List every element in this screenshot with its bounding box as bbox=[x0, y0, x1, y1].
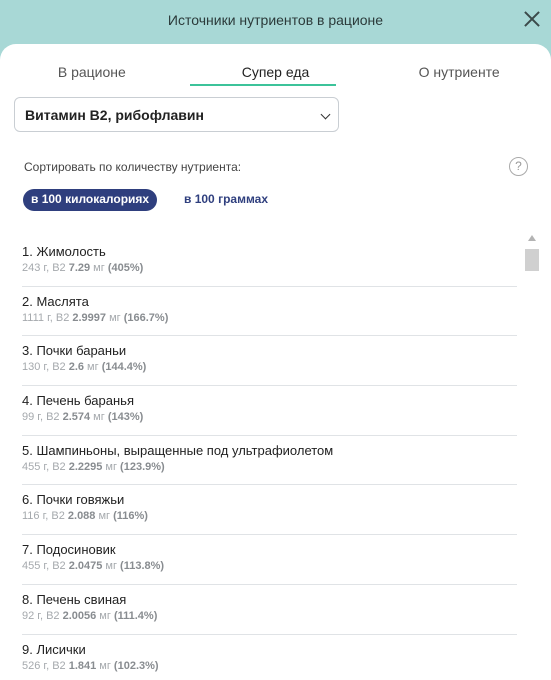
help-icon[interactable]: ? bbox=[509, 157, 528, 176]
unit-text: мг bbox=[96, 609, 114, 622]
list-item[interactable]: 7. Подосиновик 455 г, B2 2.0475 мг (113.8… bbox=[22, 535, 517, 585]
dialog-title: Источники нутриентов в рационе bbox=[167, 12, 384, 28]
nutrient-amount: 2.0056 bbox=[62, 609, 97, 622]
daily-percent: (144.4%) bbox=[101, 361, 147, 374]
list-item[interactable]: 4. Печень баранья 99 г, B2 2.574 мг (143%… bbox=[22, 386, 517, 436]
unit-text: мг bbox=[90, 411, 108, 424]
nutrient-select-value: Витамин B2, рибофлавин bbox=[25, 107, 204, 123]
chevron-down-icon bbox=[320, 109, 331, 120]
portion-text: 92 г, B2 bbox=[22, 609, 63, 622]
list-item[interactable]: 5. Шампиньоны, выращенные под ультрафиол… bbox=[22, 436, 517, 486]
portion-text: 99 г, B2 bbox=[22, 411, 63, 424]
food-name: 9. Лисички bbox=[22, 641, 86, 657]
food-name: 7. Подосиновик bbox=[22, 542, 116, 558]
food-amount: 99 г, B2 2.574 мг (143%) bbox=[22, 411, 517, 423]
portion-text: 455 г, B2 bbox=[22, 560, 69, 573]
portion-text: 455 г, B2 bbox=[22, 460, 69, 473]
daily-percent: (143%) bbox=[107, 411, 144, 424]
portion-text: 1111 г, B2 bbox=[22, 311, 73, 324]
unit-text: мг bbox=[102, 560, 121, 573]
food-name: 1. Жимолость bbox=[22, 244, 106, 259]
food-name: 5. Шампиньоны, выращенные под ультрафиол… bbox=[22, 442, 334, 458]
nutrient-amount: 1.841 bbox=[68, 659, 97, 672]
portion-text: 116 г, B2 bbox=[22, 510, 68, 523]
list-item[interactable]: 6. Почки говяжьи 116 г, B2 2.088 мг (116%… bbox=[22, 485, 517, 536]
daily-percent: (111.4%) bbox=[113, 609, 158, 622]
daily-percent: (123.9%) bbox=[120, 460, 165, 473]
food-name: 4. Печень баранья bbox=[22, 393, 134, 409]
sort-per-100-kcal-button[interactable]: в 100 килокалориях bbox=[23, 189, 158, 211]
portion-text: 243 г, B2 bbox=[22, 262, 69, 274]
food-name: 2. Маслята bbox=[22, 293, 89, 309]
nutrient-amount: 2.574 bbox=[62, 411, 91, 424]
daily-percent: (113.8%) bbox=[120, 560, 165, 573]
daily-percent: (116%) bbox=[113, 510, 148, 523]
food-amount: 243 г, B2 7.29 мг (405%) bbox=[22, 262, 517, 274]
list-item[interactable]: 8. Печень свиная 92 г, B2 2.0056 мг (111.… bbox=[22, 585, 517, 635]
food-list: 1. Жимолость 243 г, B2 7.29 мг (405%) 2. М… bbox=[22, 237, 517, 680]
nutrient-amount: 2.088 bbox=[67, 510, 96, 523]
food-amount: 1111 г, B2 2.9997 мг (166.7%) bbox=[22, 312, 517, 324]
food-amount: 130 г, B2 2.6 мг (144.4%) bbox=[22, 361, 517, 373]
nutrient-sources-dialog: Источники нутриентов в рационе В рационе… bbox=[0, 0, 551, 680]
tab-super-food[interactable]: Супер еда bbox=[184, 44, 368, 86]
list-item[interactable]: 2. Маслята 1111 г, B2 2.9997 мг (166.7%) bbox=[22, 287, 517, 337]
list-item[interactable]: 1. Жимолость 243 г, B2 7.29 мг (405%) bbox=[22, 237, 517, 287]
sort-label: Сортировать по количеству нутриента: bbox=[24, 160, 242, 174]
unit-text: мг bbox=[90, 262, 108, 274]
daily-percent: (102.3%) bbox=[113, 659, 159, 672]
unit-text: мг bbox=[95, 510, 114, 523]
nutrient-select[interactable]: Витамин B2, рибофлавин bbox=[14, 97, 339, 132]
unit-text: мг bbox=[84, 361, 102, 374]
food-name: 8. Печень свиная bbox=[22, 591, 127, 607]
unit-text: мг bbox=[106, 311, 124, 324]
food-amount: 526 г, B2 1.841 мг (102.3%) bbox=[22, 660, 517, 672]
tab-in-diet[interactable]: В рационе bbox=[0, 44, 184, 86]
daily-percent: (405%) bbox=[107, 262, 144, 274]
scrollbar-thumb[interactable] bbox=[525, 249, 539, 271]
unit-text: мг bbox=[102, 460, 121, 473]
close-icon[interactable] bbox=[521, 8, 543, 30]
portion-text: 130 г, B2 bbox=[22, 361, 69, 374]
unit-text: мг bbox=[96, 659, 114, 672]
nutrient-amount: 2.0475 bbox=[68, 560, 103, 573]
food-amount: 455 г, B2 2.0475 мг (113.8%) bbox=[22, 560, 517, 572]
food-amount: 455 г, B2 2.2295 мг (123.9%) bbox=[22, 461, 517, 473]
nutrient-amount: 2.2295 bbox=[68, 460, 103, 473]
nutrient-amount: 7.29 bbox=[68, 262, 91, 274]
portion-text: 526 г, B2 bbox=[22, 659, 69, 672]
dialog-body: В рационе Супер еда О нутриенте Витамин … bbox=[0, 44, 551, 680]
daily-percent: (166.7%) bbox=[123, 311, 169, 324]
sort-per-100-g-button[interactable]: в 100 граммах bbox=[184, 192, 268, 206]
tab-about-nutrient[interactable]: О нутриенте bbox=[367, 44, 551, 86]
tab-bar: В рационе Супер еда О нутриенте bbox=[0, 44, 551, 86]
dialog-header: Источники нутриентов в рационе bbox=[0, 0, 551, 44]
nutrient-amount: 2.9997 bbox=[72, 311, 107, 324]
food-name: 6. Почки говяжьи bbox=[22, 492, 125, 508]
food-amount: 92 г, B2 2.0056 мг (111.4%) bbox=[22, 610, 517, 622]
nutrient-amount: 2.6 bbox=[68, 361, 84, 374]
food-amount: 116 г, B2 2.088 мг (116%) bbox=[22, 510, 517, 522]
list-item[interactable]: 9. Лисички 526 г, B2 1.841 мг (102.3%) bbox=[22, 635, 517, 680]
active-tab-indicator bbox=[190, 84, 336, 86]
scroll-up-icon[interactable] bbox=[528, 235, 536, 241]
food-name: 3. Почки бараньи bbox=[22, 343, 127, 359]
scrollbar[interactable] bbox=[525, 234, 539, 680]
list-item[interactable]: 3. Почки бараньи 130 г, B2 2.6 мг (144.4%… bbox=[22, 336, 517, 387]
